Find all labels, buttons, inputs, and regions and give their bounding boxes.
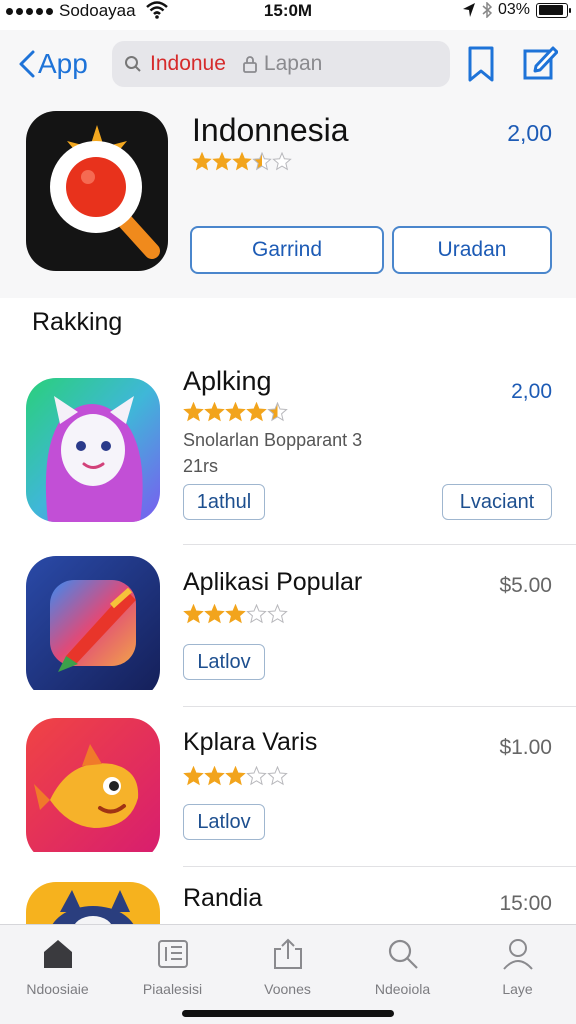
stars-graphic: [192, 151, 292, 171]
featured-button-2[interactable]: Uradan: [392, 226, 552, 274]
tab-search[interactable]: Ndeoiola: [345, 937, 460, 997]
list-item[interactable]: Randia 15:00: [0, 878, 576, 924]
featured-app-price[interactable]: 2,00: [507, 120, 552, 147]
back-button[interactable]: App: [18, 48, 88, 80]
star-rating: [183, 603, 292, 630]
battery-fill: [538, 5, 563, 15]
tab-profile[interactable]: Laye: [460, 937, 575, 997]
lock-icon: [243, 56, 257, 73]
star-icon: [267, 401, 288, 422]
share-icon: [273, 938, 302, 969]
creature-icon: [26, 882, 160, 924]
status-right: 03%: [462, 1, 571, 19]
star-icon: [204, 765, 225, 786]
app-icon: [26, 718, 160, 862]
star-icon: [246, 401, 267, 422]
app-icon: [26, 556, 160, 700]
star-rating: [192, 151, 296, 177]
home-icon: [43, 940, 72, 968]
star-icon: [246, 603, 267, 624]
tab-label: Voones: [264, 981, 311, 997]
battery-icon: [536, 2, 571, 18]
cat-girl-icon: [26, 378, 160, 522]
app-tag-right[interactable]: Lvaciant: [442, 484, 552, 520]
tab-home[interactable]: Ndoosiaie: [0, 937, 115, 997]
tab-list[interactable]: Piaalesisi: [115, 937, 230, 997]
fish-icon: [26, 718, 160, 852]
star-icon: [204, 603, 225, 624]
divider: [183, 866, 576, 867]
tab-label: Laye: [502, 981, 533, 997]
nav-bar: App Indonue Lapan: [0, 30, 576, 100]
divider: [183, 544, 576, 545]
star-icon: [267, 603, 288, 624]
search-term: Indonue: [150, 52, 226, 75]
star-icon: [225, 401, 246, 422]
status-bar: Sodoayaa 15:0M 03%: [0, 0, 576, 24]
star-rating: [183, 765, 292, 792]
tab-bar: Ndoosiaie Piaalesisi Voones Ndeoiola Lay…: [0, 924, 576, 1024]
star-icon: [225, 603, 246, 624]
app-name: Randia: [183, 884, 263, 912]
app-tag[interactable]: Latlov: [183, 644, 265, 680]
magnifier-icon: [50, 125, 160, 259]
search-icon: [125, 56, 141, 72]
app-price[interactable]: 15:00: [499, 892, 552, 916]
star-icon: [192, 151, 212, 171]
person-icon: [502, 939, 533, 970]
star-icon: [246, 765, 267, 786]
star-icon: [204, 401, 225, 422]
app-price[interactable]: $5.00: [499, 574, 552, 598]
divider: [183, 706, 576, 707]
star-icon: [267, 765, 288, 786]
app-name: Kplara Varis: [183, 728, 318, 756]
featured-app-title: Indonnesia: [192, 112, 349, 148]
stars-graphic: [183, 765, 288, 786]
tab-share[interactable]: Voones: [230, 937, 345, 997]
star-icon: [232, 151, 252, 171]
bluetooth-icon: [482, 2, 492, 18]
battery-percent: 03%: [497, 1, 530, 18]
tab-label: Piaalesisi: [142, 981, 203, 997]
search-location: Lapan: [242, 52, 322, 76]
back-label: App: [38, 48, 88, 79]
star-icon: [212, 151, 232, 171]
app-icon: [26, 378, 160, 522]
star-icon: [183, 765, 204, 786]
app-price[interactable]: $1.00: [499, 736, 552, 760]
featured-app-icon[interactable]: [26, 111, 168, 271]
app-size: 21rs: [183, 456, 219, 476]
app-icon: [26, 882, 160, 924]
app-name: Aplikasi Popular: [183, 568, 363, 596]
app-subtitle: Snolarlan Bopparant 3: [183, 430, 363, 450]
home-indicator: [182, 1010, 394, 1017]
app-tag[interactable]: 1athul: [183, 484, 265, 520]
stars-graphic: [183, 401, 288, 422]
chevron-left-icon: [19, 50, 35, 78]
featured-button-1[interactable]: Garrind: [190, 226, 384, 274]
bookmark-icon[interactable]: [466, 45, 496, 83]
location-icon: [462, 3, 475, 17]
app-name: Aplking: [183, 366, 272, 396]
list-icon: [157, 940, 188, 968]
star-icon: [225, 765, 246, 786]
stars-graphic: [183, 603, 288, 624]
tab-label: Ndeoiola: [374, 981, 431, 997]
star-icon: [272, 151, 292, 171]
star-rating: [183, 401, 292, 428]
app-tag[interactable]: Latlov: [183, 804, 265, 840]
star-icon: [252, 151, 272, 171]
tab-label: Ndoosiaie: [26, 981, 89, 997]
featured-app: Indonnesia 2,00 Garrind Uradan: [0, 100, 576, 298]
search-field[interactable]: Indonue Lapan: [112, 41, 450, 87]
star-icon: [183, 401, 204, 422]
brush-icon: [26, 556, 160, 690]
app-price[interactable]: 2,00: [511, 380, 552, 404]
edit-icon[interactable]: [522, 43, 558, 81]
search-icon: [388, 939, 418, 969]
section-title: Rakking: [32, 308, 123, 336]
star-icon: [183, 603, 204, 624]
search-location-label: Lapan: [263, 52, 323, 75]
